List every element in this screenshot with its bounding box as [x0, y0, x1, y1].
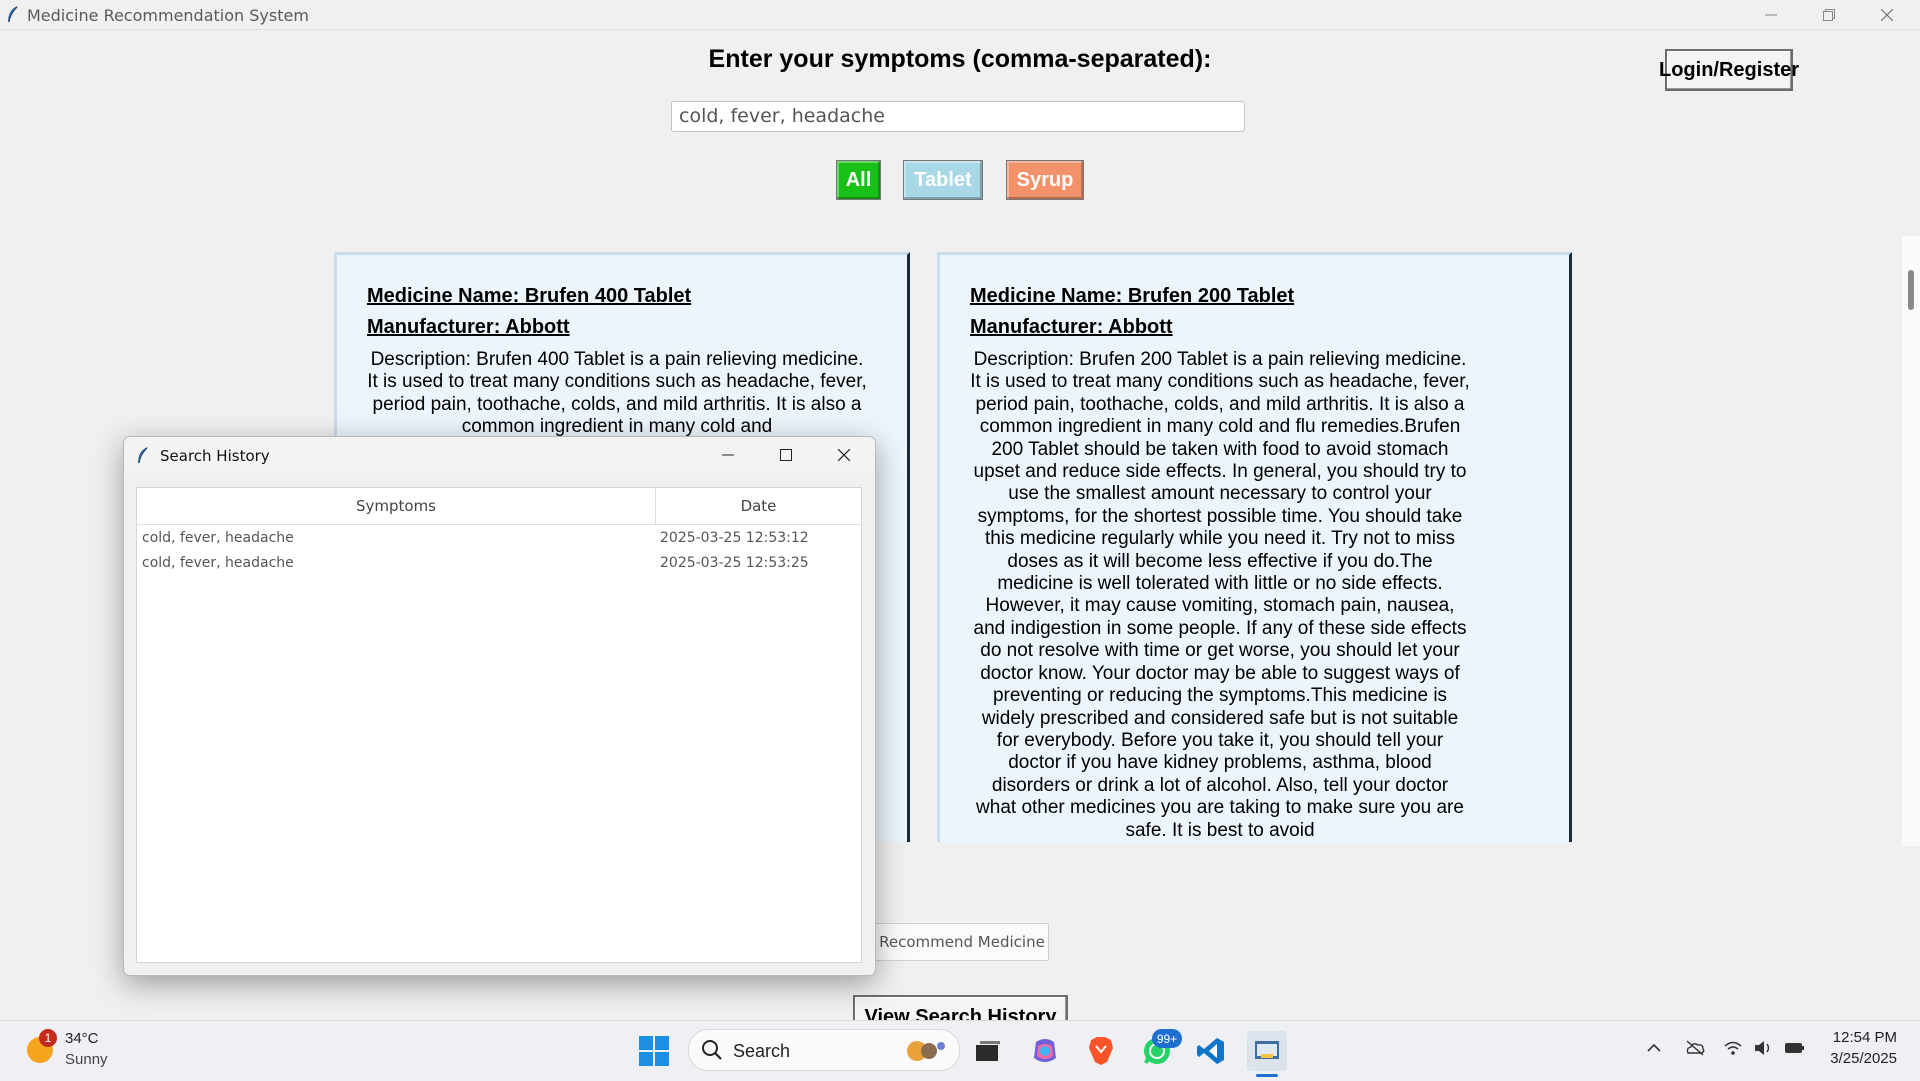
login-register-button[interactable]: Login/Register — [1659, 49, 1799, 91]
history-table-header: Symptoms Date — [137, 488, 861, 525]
search-icon — [702, 1040, 722, 1060]
python-app-button[interactable] — [1247, 1031, 1287, 1071]
medicine-manufacturer: Manufacturer: Abbott — [970, 316, 1173, 338]
app-feather-icon — [138, 447, 148, 464]
medicine-card: Medicine Name: Brufen 200 Tablet Manufac… — [937, 252, 1572, 842]
app-feather-icon — [8, 6, 18, 23]
column-header-date[interactable]: Date — [656, 488, 861, 524]
history-close-button[interactable] — [815, 437, 873, 473]
restore-button[interactable] — [1800, 0, 1858, 29]
brave-browser-button[interactable] — [1081, 1031, 1121, 1071]
search-highlight-icon — [907, 1041, 945, 1061]
weather-badge: 1 — [39, 1029, 57, 1047]
medicine-manufacturer: Manufacturer: Abbott — [367, 316, 570, 338]
history-table[interactable]: Symptoms Date cold, fever, headache 2025… — [136, 487, 862, 963]
task-view-icon — [976, 1041, 1000, 1061]
search-history-title: Search History — [160, 447, 270, 465]
onedrive-offline-icon[interactable] — [1684, 1039, 1706, 1057]
search-history-window: Search History Symptoms Date cold, fever… — [123, 436, 876, 976]
close-button[interactable] — [1858, 0, 1916, 29]
medicine-name: Medicine Name: Brufen 200 Tablet — [970, 285, 1295, 307]
notification-badge: 99+ — [1152, 1029, 1182, 1048]
close-icon — [838, 449, 850, 461]
minimize-icon — [1765, 14, 1777, 15]
filter-tablet-button[interactable]: Tablet — [903, 160, 983, 200]
restore-icon — [1823, 8, 1835, 21]
minimize-button[interactable] — [1742, 0, 1800, 29]
medicine-description: Description: Brufen 400 Tablet is a pain… — [367, 349, 867, 438]
recommend-medicine-button[interactable]: Recommend Medicine — [875, 923, 1049, 961]
taskbar-clock[interactable]: 12:54 PM — [1820, 1029, 1897, 1046]
table-row[interactable]: cold, fever, headache 2025-03-25 12:53:1… — [137, 526, 861, 551]
weather-condition[interactable]: Sunny — [65, 1051, 108, 1068]
history-maximize-button[interactable] — [757, 437, 815, 473]
scrollbar-thumb[interactable] — [1908, 270, 1914, 310]
column-header-symptoms[interactable]: Symptoms — [137, 488, 656, 524]
medicine-description: Description: Brufen 200 Tablet is a pain… — [970, 349, 1470, 841]
row-date: 2025-03-25 12:53:12 — [660, 530, 809, 546]
window-titlebar: Medicine Recommendation System — [0, 0, 1920, 30]
row-symptoms: cold, fever, headache — [142, 555, 294, 571]
row-date: 2025-03-25 12:53:25 — [660, 555, 809, 571]
maximize-icon — [780, 449, 792, 461]
symptoms-input[interactable]: cold, fever, headache — [671, 101, 1245, 132]
taskbar: 1 34°C Sunny Search 99+ 12:54 PM 3/25/20… — [0, 1020, 1920, 1081]
results-scrollbar[interactable] — [1902, 236, 1920, 846]
minimize-icon — [722, 454, 734, 456]
window-title: Medicine Recommendation System — [27, 6, 309, 25]
vscode-button[interactable] — [1191, 1031, 1231, 1071]
table-row[interactable]: cold, fever, headache 2025-03-25 12:53:2… — [137, 551, 861, 576]
chevron-up-icon[interactable] — [1645, 1039, 1663, 1057]
vscode-icon — [1197, 1038, 1224, 1064]
symptoms-prompt: Enter your symptoms (comma-separated): — [708, 45, 1212, 73]
wifi-icon[interactable] — [1724, 1039, 1742, 1057]
medicine-name: Medicine Name: Brufen 400 Tablet — [367, 285, 692, 307]
start-button[interactable] — [634, 1031, 674, 1071]
brave-icon — [1089, 1037, 1113, 1065]
copilot-icon — [1034, 1039, 1056, 1062]
active-app-indicator — [1256, 1074, 1278, 1077]
python-app-icon — [1255, 1041, 1279, 1059]
taskbar-search-label: Search — [733, 1041, 791, 1061]
search-history-titlebar[interactable]: Search History — [124, 437, 875, 473]
filter-syrup-button[interactable]: Syrup — [1006, 160, 1084, 200]
taskbar-search[interactable]: Search — [688, 1029, 960, 1071]
volume-icon[interactable] — [1753, 1039, 1773, 1057]
filter-all-button[interactable]: All — [836, 160, 881, 200]
row-symptoms: cold, fever, headache — [142, 530, 294, 546]
taskbar-date[interactable]: 3/25/2025 — [1820, 1050, 1897, 1067]
battery-icon[interactable] — [1784, 1039, 1806, 1057]
copilot-button[interactable] — [1025, 1031, 1065, 1071]
weather-temperature[interactable]: 34°C — [65, 1030, 99, 1047]
task-view-button[interactable] — [968, 1031, 1008, 1071]
windows-start-icon — [639, 1036, 669, 1066]
history-minimize-button[interactable] — [699, 437, 757, 473]
close-icon — [1881, 8, 1893, 21]
